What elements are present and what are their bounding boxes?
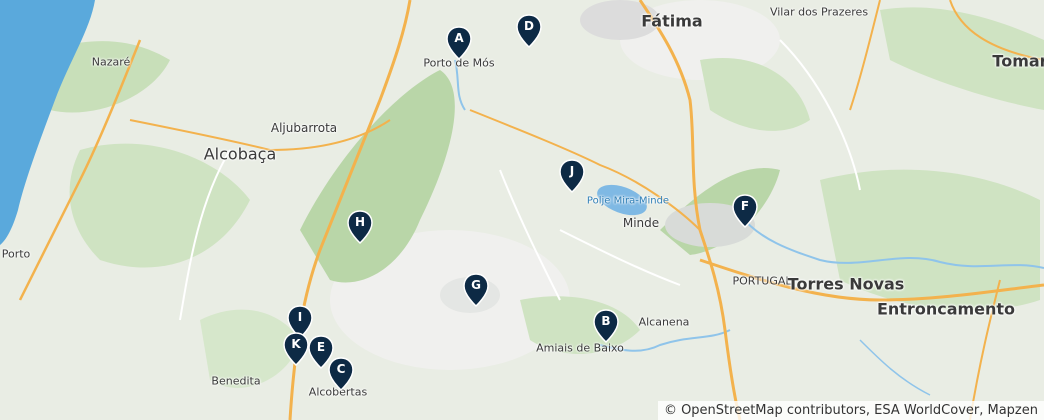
map-attribution[interactable]: © OpenStreetMap contributors, ESA WorldC…	[657, 401, 1044, 420]
place-label-polje-mira-minde: Polje Mira-Minde	[586, 195, 670, 207]
place-label-fatima: Fátima	[641, 11, 703, 31]
map-canvas[interactable]: Fátima Vilar dos Prazeres Tomar Nazaré P…	[0, 0, 1044, 420]
place-label-porto: Porto	[1, 247, 31, 261]
map-marker-f[interactable]: F	[731, 194, 759, 228]
place-label-tomar: Tomar	[992, 51, 1044, 71]
place-label-entroncamento: Entroncamento	[876, 299, 1016, 319]
marker-label: A	[454, 31, 464, 45]
map-marker-g[interactable]: G	[462, 273, 490, 307]
map-marker-h[interactable]: H	[346, 210, 374, 244]
map-marker-k[interactable]: K	[282, 332, 310, 366]
marker-label: G	[471, 278, 481, 292]
place-label-aljubarrota: Aljubarrota	[270, 121, 338, 135]
marker-label: I	[297, 310, 303, 324]
marker-label: H	[354, 215, 366, 229]
marker-label: F	[740, 199, 750, 213]
place-label-alcanena: Alcanena	[638, 315, 690, 329]
map-marker-j[interactable]: J	[558, 159, 586, 193]
marker-label: J	[569, 164, 575, 178]
marker-label: C	[336, 362, 346, 376]
map-marker-d[interactable]: D	[515, 14, 543, 48]
place-label-nazare: Nazaré	[91, 55, 131, 69]
map-base	[0, 0, 1044, 420]
map-marker-c[interactable]: C	[327, 357, 355, 391]
marker-label: E	[316, 340, 326, 354]
place-label-country: PORTUGAL	[732, 274, 792, 288]
map-marker-a[interactable]: A	[445, 26, 473, 60]
place-label-vilar-dos-prazeres: Vilar dos Prazeres	[769, 5, 869, 19]
map-marker-b[interactable]: B	[592, 309, 620, 343]
place-label-amiais-de-baixo: Amiais de Baixo	[536, 341, 624, 355]
marker-label: B	[601, 314, 611, 328]
place-label-benedita: Benedita	[211, 374, 261, 388]
marker-label: K	[291, 337, 301, 351]
place-label-torres-novas: Torres Novas	[787, 274, 905, 294]
marker-label: D	[524, 19, 534, 33]
place-label-alcobaca: Alcobaça	[203, 144, 277, 164]
place-label-minde: Minde	[622, 216, 660, 230]
